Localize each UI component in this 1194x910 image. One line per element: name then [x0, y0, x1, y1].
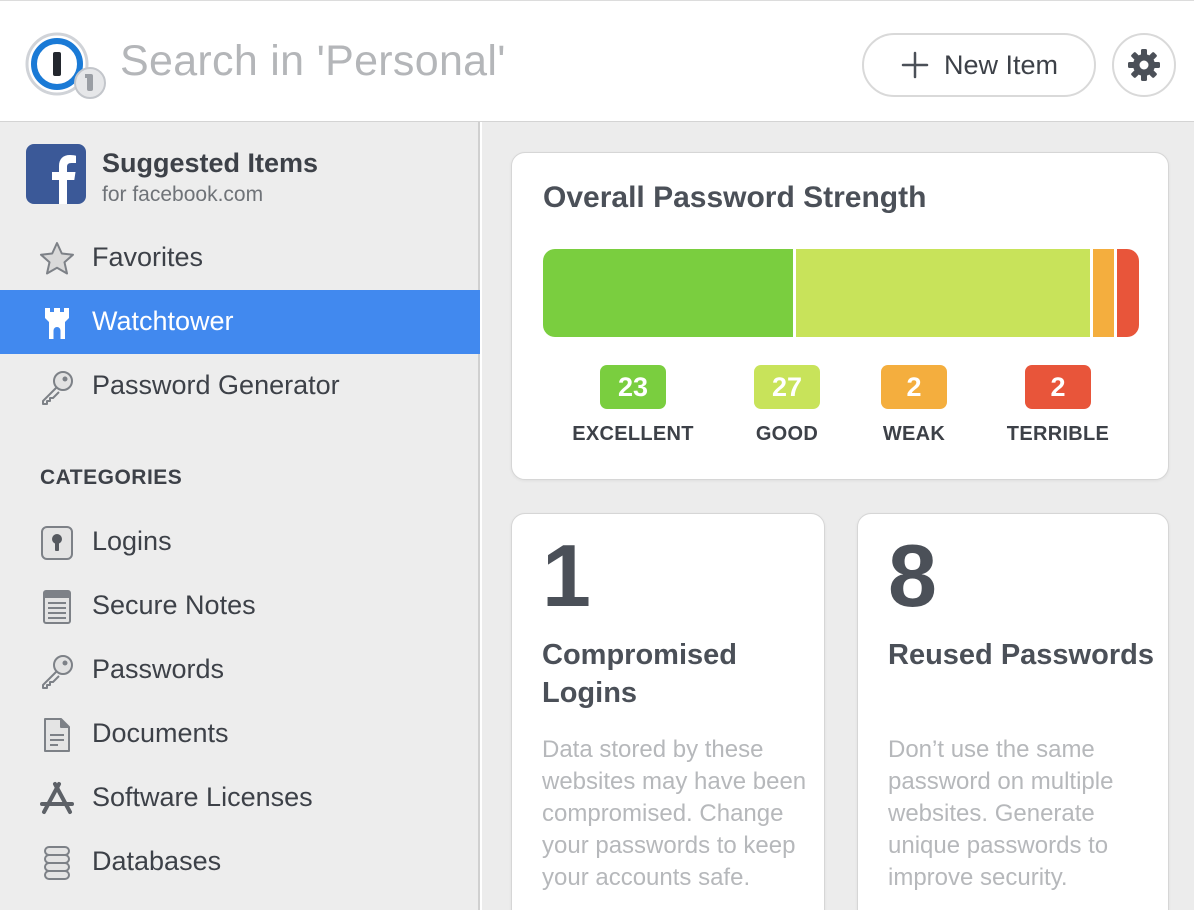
sidebar-item-label: Logins	[92, 526, 172, 556]
key-icon	[42, 371, 73, 405]
categories-heading: CATEGORIES	[40, 466, 183, 489]
sidebar-item-passwords[interactable]: Passwords	[0, 638, 480, 702]
sidebar-item-favorites[interactable]: Favorites	[0, 226, 480, 290]
gear-icon	[1128, 49, 1160, 81]
database-icon	[44, 846, 70, 880]
sidebar-item-label: Software Licenses	[92, 782, 313, 812]
reused-passwords-count: 8	[888, 526, 937, 625]
password-strength-bar	[543, 249, 1139, 337]
weak-count-badge: 2	[881, 365, 947, 409]
sidebar-item-label: Databases	[92, 846, 222, 876]
search-input[interactable]: Search in 'Personal'	[120, 37, 506, 86]
reused-passwords-title: Reused Passwords	[888, 639, 1154, 671]
plus-icon	[901, 51, 929, 79]
watchtower-icon	[45, 308, 69, 339]
strength-segment-weak	[1089, 249, 1115, 337]
weak-label: WEAK	[882, 423, 946, 445]
key-icon	[42, 655, 73, 689]
1password-logo-icon[interactable]	[24, 31, 106, 101]
sidebar-item-label: Passwords	[92, 654, 225, 684]
terrible-label: TERRIBLE	[1006, 423, 1110, 445]
compromised-logins-description: Data stored by these websites may have b…	[542, 736, 807, 891]
excellent-label: EXCELLENT	[572, 423, 694, 445]
sidebar-item-label: Secure Notes	[92, 590, 256, 620]
sidebar-item-databases[interactable]: Databases	[0, 830, 480, 894]
app-store-icon	[40, 782, 74, 814]
sidebar-item-label: Favorites	[92, 242, 204, 272]
notes-icon	[43, 590, 71, 624]
compromised-logins-count: 1	[542, 526, 591, 625]
password-strength-title: Overall Password Strength	[543, 181, 927, 214]
good-count-badge: 27	[754, 365, 820, 409]
strength-segment-excellent	[543, 249, 794, 337]
sidebar-item-label: Documents	[92, 718, 229, 748]
sidebar: Suggested Items for facebook.com Favorit…	[0, 122, 480, 910]
compromised-logins-card[interactable]: 1 Compromised Logins Data stored by thes…	[511, 513, 825, 910]
suggested-items-subtitle: for facebook.com	[102, 183, 264, 206]
toolbar: Search in 'Personal' New Item	[0, 0, 1194, 122]
terrible-count-badge: 2	[1025, 365, 1091, 409]
sidebar-item-documents[interactable]: Documents	[0, 702, 480, 766]
suggested-items-title: Suggested Items	[102, 148, 319, 178]
excellent-count-badge: 23	[600, 365, 666, 409]
strength-stat-excellent[interactable]: 23 EXCELLENT	[558, 365, 708, 446]
strength-segment-terrible	[1114, 249, 1139, 337]
watchtower-panel: Overall Password Strength 23 EXCELLENT 2…	[482, 122, 1194, 910]
compromised-logins-title: Compromised Logins	[542, 639, 737, 709]
strength-stat-weak[interactable]: 2 WEAK	[839, 365, 989, 446]
strength-stat-terrible[interactable]: 2 TERRIBLE	[983, 365, 1133, 446]
password-strength-card: Overall Password Strength 23 EXCELLENT 2…	[511, 152, 1169, 480]
sidebar-item-password-generator[interactable]: Password Generator	[0, 354, 480, 418]
strength-segment-good	[793, 249, 1090, 337]
new-item-button[interactable]: New Item	[862, 33, 1096, 97]
sidebar-item-label: Password Generator	[92, 370, 340, 400]
sidebar-item-watchtower[interactable]: Watchtower	[0, 290, 480, 354]
sidebar-item-logins[interactable]: Logins	[0, 510, 480, 574]
sidebar-item-label: Watchtower	[92, 306, 234, 336]
settings-button[interactable]	[1112, 33, 1176, 97]
reused-passwords-card[interactable]: 8 Reused Passwords Don’t use the same pa…	[857, 513, 1169, 910]
sidebar-item-software-licenses[interactable]: Software Licenses	[0, 766, 480, 830]
facebook-icon	[26, 144, 86, 204]
suggested-items[interactable]: Suggested Items for facebook.com	[26, 144, 466, 206]
star-icon	[40, 242, 74, 275]
login-lock-icon	[41, 526, 73, 560]
new-item-label: New Item	[943, 49, 1059, 80]
reused-passwords-description: Don’t use the same password on multiple …	[888, 736, 1114, 891]
sidebar-item-secure-notes[interactable]: Secure Notes	[0, 574, 480, 638]
document-icon	[44, 718, 70, 752]
